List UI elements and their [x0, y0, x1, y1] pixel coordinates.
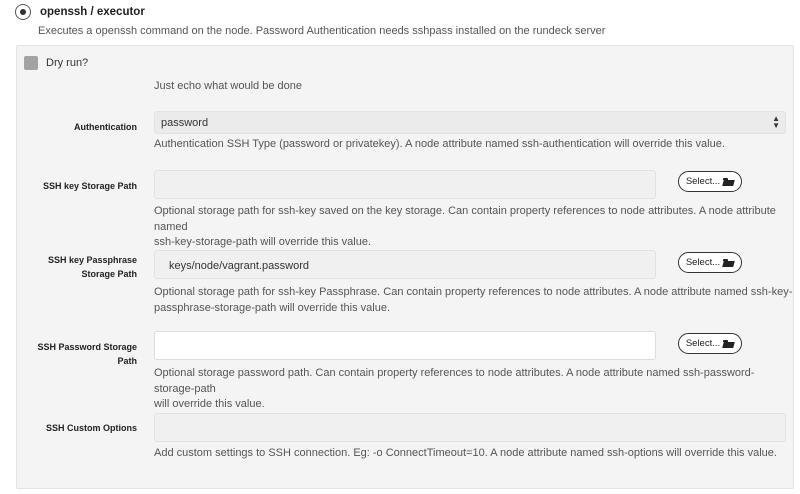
label-line: Storage Path: [81, 269, 137, 279]
label-line: Path: [117, 356, 137, 366]
ssh-password-path-select-button[interactable]: Select...: [678, 333, 742, 354]
authentication-label: Authentication: [74, 122, 137, 132]
ssh-key-path-select-button[interactable]: Select...: [678, 171, 742, 192]
select-button-label: Select...: [685, 338, 721, 349]
label-line: SSH key Passphrase: [47, 255, 137, 265]
help-line: ssh-key-storage-path will override this …: [154, 236, 372, 248]
help-line: will override this value.: [154, 398, 265, 410]
folder-open-icon: [723, 339, 734, 348]
select-button-label: Select...: [685, 176, 721, 187]
select-button-label: Select...: [685, 257, 721, 268]
folder-open-icon: [723, 177, 734, 186]
sort-arrows-icon: ▲ ▼: [772, 114, 780, 130]
ssh-custom-options-input[interactable]: [154, 413, 786, 442]
ssh-custom-options-label: SSH Custom Options: [45, 423, 137, 433]
authentication-value: password: [161, 117, 209, 129]
config-panel: Dry run? Just echo what would be done Au…: [16, 45, 794, 489]
plugin-option[interactable]: openssh / executor: [15, 4, 145, 20]
ssh-key-path-label: SSH key Storage Path: [42, 181, 137, 191]
help-line: passphrase-storage-path will override th…: [154, 301, 391, 314]
label-line: SSH Password Storage: [37, 342, 137, 352]
ssh-key-path-help: Optional storage path for ssh-key saved …: [154, 204, 793, 251]
dry-run-checkbox[interactable]: [24, 56, 38, 70]
plugin-title: openssh / executor: [40, 6, 145, 18]
ssh-custom-options-help: Add custom settings to SSH connection. E…: [154, 447, 777, 459]
ssh-passphrase-path-input[interactable]: keys/node/vagrant.password: [154, 250, 656, 279]
radio-selected-icon[interactable]: [15, 4, 31, 20]
ssh-password-path-help: Optional storage password path. Can cont…: [154, 366, 793, 413]
ssh-passphrase-path-help: Optional storage path for ssh-key Passph…: [154, 285, 792, 316]
dry-run-row[interactable]: Dry run?: [24, 56, 88, 70]
folder-open-icon: [723, 258, 734, 267]
authentication-help: Authentication SSH Type (password or pri…: [154, 138, 725, 150]
ssh-password-path-input[interactable]: [154, 331, 656, 360]
ssh-password-path-label: SSH Password Storage Path: [17, 340, 137, 368]
authentication-select[interactable]: password ▲ ▼: [154, 111, 786, 134]
dry-run-label: Dry run?: [46, 57, 89, 69]
help-line: Optional storage path for ssh-key Passph…: [154, 286, 793, 298]
ssh-passphrase-path-select-button[interactable]: Select...: [678, 252, 742, 273]
ssh-key-path-input[interactable]: [154, 170, 656, 199]
plugin-description: Executes a openssh command on the node. …: [38, 25, 606, 37]
dry-run-help: Just echo what would be done: [154, 80, 302, 92]
ssh-passphrase-path-label: SSH key Passphrase Storage Path: [17, 253, 137, 281]
help-line: Optional storage path for ssh-key saved …: [154, 205, 776, 233]
help-line: Optional storage password path. Can cont…: [154, 367, 755, 395]
